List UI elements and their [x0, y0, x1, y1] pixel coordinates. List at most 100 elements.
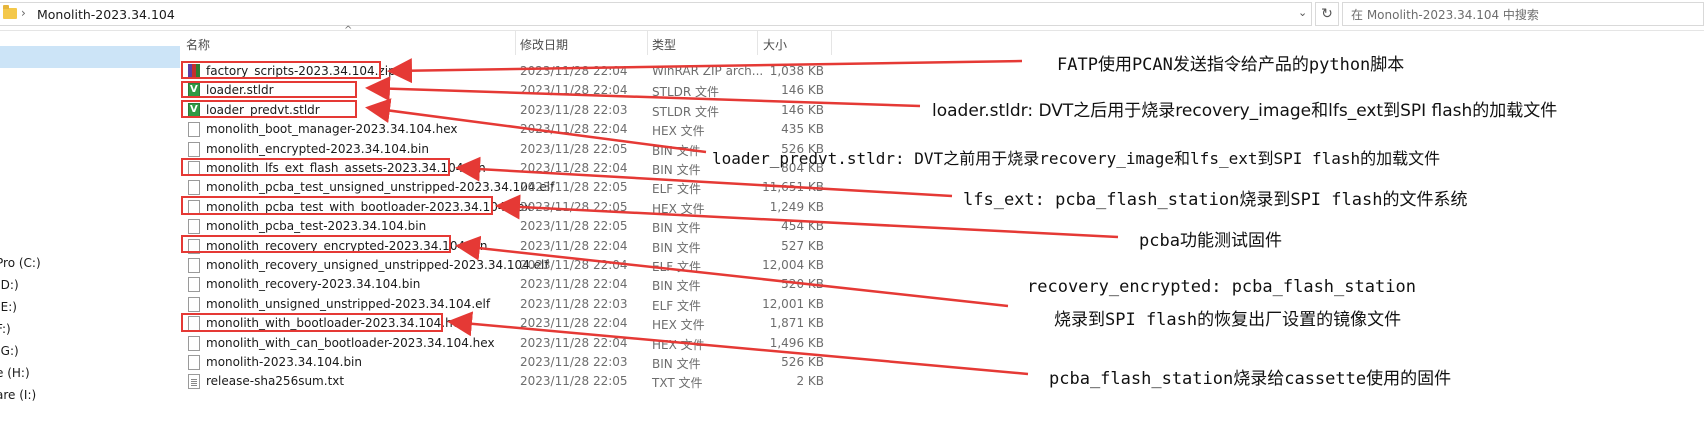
file-size: 804 KB: [781, 161, 824, 175]
file-date: 2023/11/28 22:04: [520, 238, 628, 253]
file-row[interactable]: monolith_boot_manager-2023.34.104.hex 20…: [182, 120, 832, 139]
chevron-right-icon[interactable]: ›: [21, 6, 26, 20]
nav-drive-c[interactable]: Pro (C:): [0, 256, 41, 270]
zip-icon: [188, 64, 200, 79]
column-divider[interactable]: [757, 31, 758, 55]
nav-drive-h[interactable]: e (H:): [0, 366, 30, 380]
file-icon: [188, 199, 200, 215]
file-date: 2023/11/28 22:04: [520, 258, 628, 272]
file-type: WinRAR ZIP arch...: [652, 64, 764, 78]
nav-drive-e[interactable]: (E:): [0, 300, 17, 314]
stldr-icon: [188, 83, 200, 99]
file-row[interactable]: monolith_with_bootloader-2023.34.104.hex…: [182, 314, 832, 333]
file-row[interactable]: loader_predvt.stldr 2023/11/28 22:03 STL…: [182, 101, 832, 120]
file-icon: [188, 277, 200, 293]
file-icon: [188, 258, 200, 273]
file-date: 2023/11/28 22:03: [520, 296, 628, 311]
folder-icon: [3, 5, 17, 19]
file-row[interactable]: monolith_recovery-2023.34.104.bin 2023/1…: [182, 275, 832, 294]
column-header-name[interactable]: 名称: [186, 36, 210, 53]
column-header-size[interactable]: 大小: [763, 36, 787, 53]
file-row[interactable]: release-sha256sum.txt 2023/11/28 22:05 T…: [182, 372, 832, 391]
file-size: 1,871 KB: [769, 316, 824, 331]
file-name: monolith_encrypted-2023.34.104.bin: [206, 141, 429, 156]
nav-drive-f[interactable]: F:): [0, 322, 11, 336]
nav-selected-item[interactable]: [0, 46, 180, 68]
column-header-type[interactable]: 类型: [652, 36, 676, 53]
file-date: 2023/11/28 22:04: [520, 277, 628, 292]
file-date: 2023/11/28 22:03: [520, 355, 628, 369]
file-name: loader_predvt.stldr: [206, 102, 320, 117]
file-row[interactable]: monolith-2023.34.104.bin 2023/11/28 22:0…: [182, 353, 832, 372]
sort-ascending-icon: ^: [344, 25, 353, 36]
file-row[interactable]: monolith_pcba_test_unsigned_unstripped-2…: [182, 178, 832, 197]
refresh-button[interactable]: ↻: [1315, 2, 1339, 26]
search-box[interactable]: 在 Monolith-2023.34.104 中搜索: [1342, 2, 1704, 26]
file-name: monolith_recovery_encrypted-2023.34.104.…: [206, 238, 488, 253]
file-row[interactable]: monolith_with_can_bootloader-2023.34.104…: [182, 334, 832, 353]
nav-drive-i[interactable]: are (I:): [0, 388, 36, 402]
file-size: 527 KB: [781, 238, 824, 253]
file-row[interactable]: monolith_unsigned_unstripped-2023.34.104…: [182, 295, 832, 314]
txt-icon: [188, 374, 200, 390]
file-name: monolith_lfs_ext_flash_assets-2023.34.10…: [206, 161, 486, 175]
file-name: monolith_with_bootloader-2023.34.104.hex: [206, 316, 467, 331]
file-type: ELF 文件: [652, 298, 701, 313]
annotation-recovery-encrypted-line2: 烧录到SPI flash的恢复出厂设置的镜像文件: [1054, 310, 1402, 330]
file-date: 2023/11/28 22:03: [520, 102, 628, 117]
file-size: 1,038 KB: [769, 64, 824, 78]
nav-drive-g[interactable]: (G:): [0, 344, 19, 358]
navigation-pane: Pro (C:) (D:) (E:) F:) (G:) e (H:) are (…: [0, 31, 180, 433]
file-name: factory_scripts-2023.34.104.zip: [206, 64, 396, 78]
file-row[interactable]: loader.stldr 2023/11/28 22:04 STLDR 文件 1…: [182, 81, 832, 100]
annotation-loader: loader.stldr: DVT之后用于烧录recovery_image和lf…: [932, 101, 1558, 121]
chevron-down-icon[interactable]: ⌄: [1298, 6, 1307, 19]
file-size: 454 KB: [781, 219, 824, 234]
file-type: ELF 文件: [652, 182, 701, 197]
annotation-recovery-encrypted-line1: recovery_encrypted: pcba_flash_station: [1027, 277, 1416, 297]
address-bar[interactable]: › Monolith-2023.34.104 ⌄: [0, 2, 1312, 26]
nav-drive-d[interactable]: (D:): [0, 278, 19, 292]
file-icon: [188, 141, 200, 157]
file-date: 2023/11/28 22:04: [520, 64, 628, 78]
file-type: ELF 文件: [652, 260, 701, 274]
file-type: BIN 文件: [652, 221, 701, 236]
file-row[interactable]: monolith_pcba_test-2023.34.104.bin 2023/…: [182, 217, 832, 236]
file-name: monolith_pcba_test_unsigned_unstripped-2…: [206, 180, 555, 195]
file-date: 2023/11/28 22:04: [520, 161, 628, 175]
file-row[interactable]: monolith_pcba_test_with_bootloader-2023.…: [182, 198, 832, 217]
file-name: loader.stldr: [206, 83, 274, 98]
file-row[interactable]: factory_scripts-2023.34.104.zip 2023/11/…: [182, 62, 832, 81]
file-icon: [188, 316, 200, 332]
file-row[interactable]: monolith_encrypted-2023.34.104.bin 2023/…: [182, 140, 832, 159]
file-size: 11,651 KB: [762, 180, 824, 195]
file-date: 2023/11/28 22:04: [520, 335, 628, 350]
file-date: 2023/11/28 22:05: [520, 374, 628, 389]
file-row[interactable]: monolith_recovery_unsigned_unstripped-20…: [182, 256, 832, 275]
file-type: BIN 文件: [652, 279, 701, 294]
file-size: 12,001 KB: [762, 296, 824, 311]
column-divider[interactable]: [515, 31, 516, 55]
file-row[interactable]: monolith_recovery_encrypted-2023.34.104.…: [182, 237, 832, 256]
annotation-lfs-ext: lfs_ext: pcba_flash_station烧录到SPI flash的…: [963, 190, 1468, 210]
file-date: 2023/11/28 22:05: [520, 180, 628, 195]
file-size: 526 KB: [781, 141, 824, 156]
column-divider[interactable]: [647, 31, 648, 55]
file-date: 2023/11/28 22:04: [520, 83, 628, 98]
file-size: 146 KB: [781, 102, 824, 117]
address-bar-row: › Monolith-2023.34.104 ⌄ ↻ 在 Monolith-20…: [0, 0, 1704, 31]
file-name: monolith_recovery-2023.34.104.bin: [206, 277, 421, 292]
file-icon: [188, 355, 200, 370]
file-name: release-sha256sum.txt: [206, 374, 345, 389]
file-row[interactable]: monolith_lfs_ext_flash_assets-2023.34.10…: [182, 159, 832, 178]
file-size: 12,004 KB: [762, 258, 824, 272]
stldr-icon: [188, 102, 200, 118]
search-input[interactable]: 在 Monolith-2023.34.104 中搜索: [1351, 6, 1539, 23]
breadcrumb-folder[interactable]: Monolith-2023.34.104: [37, 7, 175, 22]
column-header-date[interactable]: 修改日期: [520, 36, 568, 53]
file-icon: [188, 180, 200, 196]
column-divider[interactable]: [831, 31, 832, 55]
file-size: 2 KB: [796, 374, 824, 389]
file-icon: [188, 161, 200, 176]
file-icon: [188, 335, 200, 351]
